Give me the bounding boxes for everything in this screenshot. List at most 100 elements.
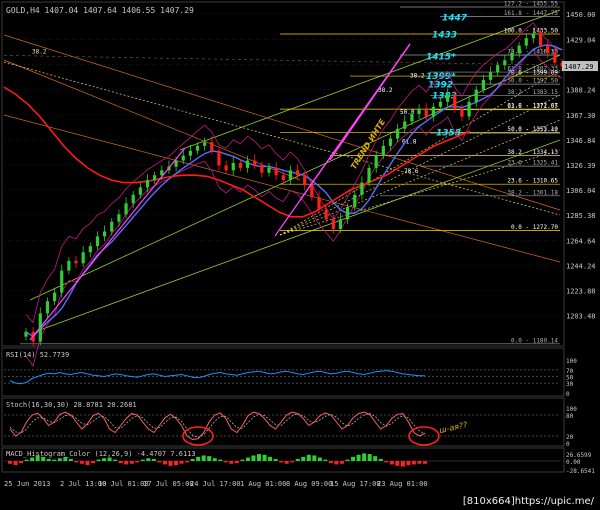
x-tick-label: 10 Jul 01:00 [98,480,149,488]
macd-bar [196,456,201,461]
candle-body [181,155,185,161]
macd-tick-label: 26.6599 [566,452,592,459]
candle-body [245,160,250,168]
candle-body [110,221,114,232]
candle-body [553,52,557,63]
macd-bar [373,456,378,461]
y-tick-label: 1244.24 [566,262,596,270]
macd-bar [151,458,156,461]
candle-body [353,194,357,208]
y-tick-label: 1367.30 [566,112,596,120]
macd-bar [79,461,84,464]
candle-body [503,60,507,66]
macd-bar [273,458,278,461]
macd-bar [118,461,123,464]
candle-body [424,109,428,117]
y-tick-label: 1264.64 [566,237,596,245]
macd-bar [317,457,322,461]
macd-bar [124,461,129,465]
macd-bar [85,461,90,466]
candle-body [303,175,307,186]
candle-body [210,142,214,151]
x-tick-label: 15 Aug 17:00 [330,480,381,488]
candle-body [317,197,321,210]
candle-body [103,231,107,237]
fib-level-label: 127.2 - 1455.55 [504,0,559,7]
macd-bar [185,461,190,463]
macd-bar [19,461,24,464]
candle-body [338,219,343,230]
candle-body [124,203,128,215]
candle-body [145,180,150,188]
macd-bar [362,453,367,461]
candle-body [224,165,228,171]
macd-bar [290,461,295,463]
macd-bar [229,461,234,464]
fib-level-label: 0.0 - 1272.70 [511,224,558,231]
macd-bar [168,461,173,466]
candle-body [131,194,135,204]
macd-bar [301,456,306,461]
x-tick-label: 23 Aug 01:00 [377,480,428,488]
candle-body [388,138,393,146]
macd-bar [306,454,311,461]
candle-body [460,109,464,117]
candle-body [374,155,378,168]
candle-body [238,162,242,168]
macd-bar [384,461,389,463]
stoch-tick-label: 80 [566,413,574,420]
candle-body [88,246,92,253]
rsi-tick-label: 100 [566,358,577,365]
candle-body [253,160,257,166]
fib-level-label: 100.0 - 1433.50 [504,27,559,34]
fib-level-label: 38.2 - 1383.15 [507,89,558,96]
candle-body [517,45,521,53]
y-tick-label: 1388.24 [566,86,596,94]
fib-level-label: 38.2 [32,48,47,55]
fib-level-label: 23.6 - 1325.41 [507,160,558,167]
macd-bar [190,458,195,461]
macd-bar [13,461,18,466]
candle-body [346,207,350,220]
macd-bar [323,459,328,461]
macd-bar [389,461,394,465]
macd-bar [345,459,350,461]
candle-body [438,101,443,107]
candle-body [417,109,421,115]
cyan-level-label: 1447 [442,13,468,23]
macd-bar [284,461,289,464]
candle-body [481,79,485,90]
macd-bar [423,461,427,464]
y-tick-label: 1450.00 [566,11,596,19]
inner-fib-label: 38.2 [410,72,425,79]
macd-bar [411,461,416,465]
macd-bar [234,461,239,464]
chart-canvas[interactable]: 127.2 - 1455.55 161.8 - 1447.75 100.0 - 14… [0,0,600,510]
candle-body [331,219,335,230]
candle-body [231,162,235,171]
candle-body [281,175,285,181]
macd-bar [107,457,112,461]
stoch-tick-label: 100 [566,406,577,413]
candle-body [446,94,450,102]
macd-bar [223,461,228,463]
candle-body [488,72,493,80]
candle-body [496,65,500,73]
macd-bar [218,459,223,461]
candle-body [95,236,100,247]
candle-body [217,150,221,166]
macd-bar [340,461,344,464]
candle-body [546,45,550,53]
x-tick-label: 8 Aug 09:00 [286,480,332,488]
macd-bar [367,454,372,461]
macd-bar [328,461,333,464]
candle-body [310,185,314,198]
inner-fib-label: 78.6 [404,168,419,175]
macd-bar [96,459,101,461]
candle-body [153,175,157,181]
macd-bar [162,461,167,465]
macd-bar [207,456,212,461]
candle-body [138,187,142,195]
cyan-level-label: 1415* [426,53,456,63]
macd-bar [417,461,422,464]
